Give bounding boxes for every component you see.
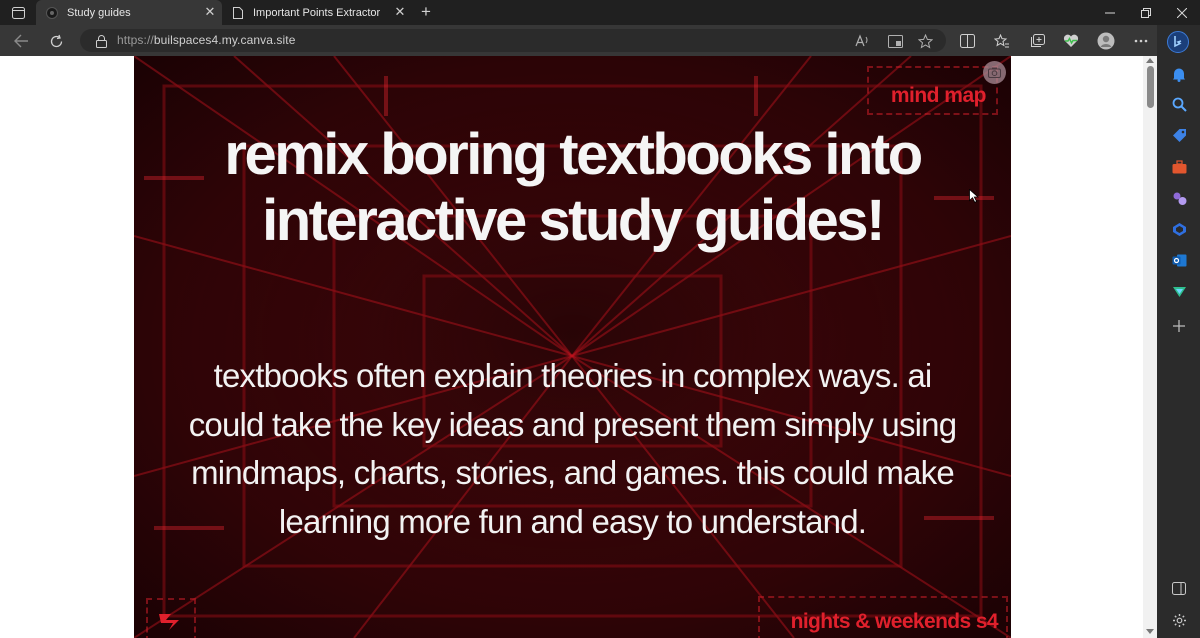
tab-bar: Study guides ✕ Important Points Extracto… <box>0 0 1200 25</box>
search-sidebar-button[interactable] <box>1170 95 1188 113</box>
games-icon <box>1173 192 1186 205</box>
favorites-button[interactable] <box>993 32 1011 50</box>
mind-map-badge: mind map <box>867 66 998 115</box>
more-dots-icon <box>1134 39 1148 43</box>
settings-more-button[interactable] <box>1132 32 1150 50</box>
copilot-sidebar-button[interactable] <box>1170 220 1188 238</box>
back-arrow-icon <box>14 34 28 48</box>
canva-favicon-icon <box>46 6 58 19</box>
collections-icon <box>1031 33 1045 47</box>
drop-button[interactable] <box>1170 283 1188 301</box>
camera-icon <box>988 67 1001 78</box>
split-view-button[interactable] <box>958 32 976 50</box>
bell-icon <box>1173 68 1185 82</box>
favorite-star-icon[interactable] <box>916 32 934 50</box>
outlook-button[interactable] <box>1170 251 1188 269</box>
mouse-cursor-icon <box>969 189 979 203</box>
read-aloud-icon[interactable] <box>854 32 872 50</box>
scroll-up-icon[interactable] <box>1146 58 1154 63</box>
tab-study-guides[interactable]: Study guides ✕ <box>36 0 222 25</box>
tab-title: Study guides <box>67 6 131 19</box>
heart-pulse-icon <box>1063 34 1079 47</box>
favorites-list-icon <box>994 33 1009 47</box>
scroll-down-icon[interactable] <box>1146 629 1154 634</box>
collections-button[interactable] <box>1028 32 1046 50</box>
tab-title: Important Points Extractor <box>253 6 381 19</box>
shopping-button[interactable] <box>1170 126 1188 144</box>
profile-button[interactable] <box>1096 31 1116 51</box>
web-viewport: mind map remix boring textbooks into int… <box>0 56 1157 638</box>
copilot-icon <box>1172 222 1186 236</box>
outlook-icon <box>1172 254 1186 266</box>
address-bar[interactable]: https://builspaces4.my.canva.site <box>80 29 946 52</box>
vertical-scrollbar[interactable] <box>1143 56 1157 638</box>
add-sidebar-app-button[interactable] <box>1170 317 1188 335</box>
games-button[interactable] <box>1170 189 1188 207</box>
bing-icon <box>1167 31 1189 53</box>
hero-section: mind map remix boring textbooks into int… <box>134 56 1011 638</box>
split-screen-icon <box>959 34 975 48</box>
sidebar-settings-button[interactable] <box>1170 611 1188 629</box>
browser-essentials-button[interactable] <box>1062 32 1080 50</box>
copilot-bing-button[interactable] <box>1167 31 1189 53</box>
url-text: https://builspaces4.my.canva.site <box>117 33 296 47</box>
url-host: builspaces4.my.canva.site <box>153 33 296 47</box>
close-window-button[interactable] <box>1164 0 1200 25</box>
url-protocol: https:// <box>117 33 154 47</box>
tab-actions-icon <box>11 6 25 19</box>
hide-sidebar-button[interactable] <box>1170 579 1188 597</box>
tools-button[interactable] <box>1170 158 1188 176</box>
add-icon <box>1173 320 1185 332</box>
avatar-icon <box>1097 32 1115 50</box>
lock-icon[interactable] <box>92 32 110 50</box>
settings-icon <box>1172 613 1186 627</box>
tag-icon <box>1172 128 1186 142</box>
toolbar: https://builspaces4.my.canva.site <box>0 25 1200 56</box>
new-tab-button[interactable]: + <box>417 3 435 21</box>
restore-button[interactable] <box>1128 0 1164 25</box>
edge-sidebar <box>1157 25 1200 638</box>
search-icon <box>1172 97 1187 112</box>
nights-weekends-badge: nights & weekends s4 <box>758 596 1008 638</box>
close-tab-icon[interactable]: ✕ <box>204 5 216 18</box>
split-screen-icon <box>1172 581 1186 595</box>
send-icon <box>1172 287 1186 297</box>
app-available-icon[interactable] <box>886 32 904 50</box>
refresh-icon <box>50 34 62 47</box>
buildspace-logo-badge <box>146 598 196 638</box>
toolbox-icon <box>1172 160 1186 174</box>
minimize-icon <box>1105 12 1115 13</box>
hero-body-text: textbooks often explain theories in comp… <box>188 357 957 540</box>
restore-icon <box>1141 7 1151 18</box>
badge-top-label: mind map <box>890 84 987 107</box>
notifications-button[interactable] <box>1170 65 1188 83</box>
scrollbar-thumb[interactable] <box>1147 66 1154 108</box>
page-icon <box>232 6 244 19</box>
hero-headline: remix boring textbooks into interactive … <box>224 122 923 253</box>
close-icon <box>1177 7 1187 18</box>
close-tab-icon[interactable]: ✕ <box>394 5 406 18</box>
buildspace-logo-icon <box>159 614 179 630</box>
tab-actions-button[interactable] <box>10 0 26 25</box>
badge-bottom-label: nights & weekends s4 <box>790 610 999 633</box>
back-button[interactable] <box>12 32 30 50</box>
refresh-button[interactable] <box>47 32 65 50</box>
tab-important-points[interactable]: Important Points Extractor ✕ <box>222 0 412 25</box>
screenshot-camera-button[interactable] <box>983 61 1006 84</box>
minimize-button[interactable] <box>1092 0 1128 25</box>
